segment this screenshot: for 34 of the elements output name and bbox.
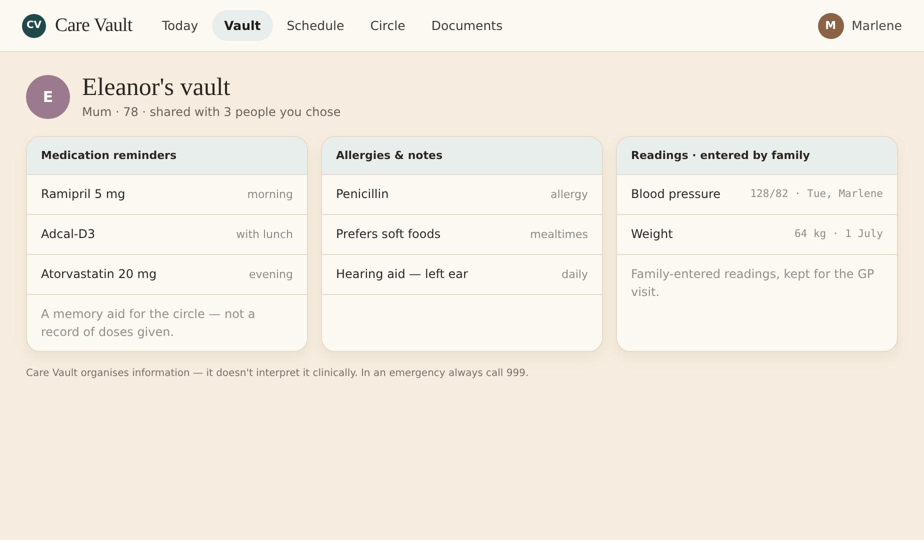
- card-note: A memory aid for the circle — not a record of doses given.: [40, 306, 256, 341]
- item-label: Hearing aid — left ear: [336, 266, 468, 283]
- item-detail: evening: [248, 267, 293, 283]
- card-title: Allergies & notes: [322, 137, 602, 175]
- nav-tab[interactable]: Documents: [419, 10, 515, 41]
- user-avatar[interactable]: M: [818, 12, 844, 38]
- card-title: Medication reminders: [27, 137, 307, 175]
- nav-tab[interactable]: Circle: [358, 10, 418, 41]
- nav-tab[interactable]: Today: [150, 10, 210, 41]
- disclaimer-text: Care Vault organises information — it doesn't interpret it clinically. In an emergency always call 999.: [26, 368, 530, 379]
- item-detail: allergy: [550, 187, 588, 203]
- item-label: Penicillin: [336, 186, 389, 203]
- item-label: Ramipril 5 mg: [41, 186, 126, 203]
- card-note: Family-entered readings, kept for the GP visit.: [630, 266, 876, 301]
- item-detail: 64 kg · 1 July: [794, 227, 883, 242]
- item-label: Blood pressure: [631, 186, 721, 203]
- item-detail: morning: [247, 187, 293, 203]
- item-label: Adcal-D3: [41, 226, 96, 243]
- card-title: Readings · entered by family: [617, 137, 897, 175]
- nav-tab[interactable]: Schedule: [274, 10, 356, 41]
- item-label: Prefers soft foods: [336, 226, 441, 243]
- vault-subtitle: Mum · 78 · shared with 3 people you chose: [82, 105, 341, 119]
- item-label: Atorvastatin 20 mg: [41, 266, 157, 283]
- vault-title: Eleanor's vault: [82, 74, 232, 102]
- nav-tab[interactable]: Vault: [212, 10, 273, 41]
- item-detail: mealtimes: [530, 227, 588, 243]
- item-label: Weight: [631, 226, 673, 243]
- item-detail: 128/82 · Tue, Marlene: [750, 187, 883, 202]
- item-detail: with lunch: [236, 227, 293, 243]
- logo-badge: CV: [22, 14, 46, 38]
- user-name[interactable]: Marlene: [852, 18, 902, 33]
- profile-avatar: E: [26, 74, 70, 118]
- app-name: Care Vault: [55, 14, 132, 36]
- item-detail: daily: [562, 267, 588, 283]
